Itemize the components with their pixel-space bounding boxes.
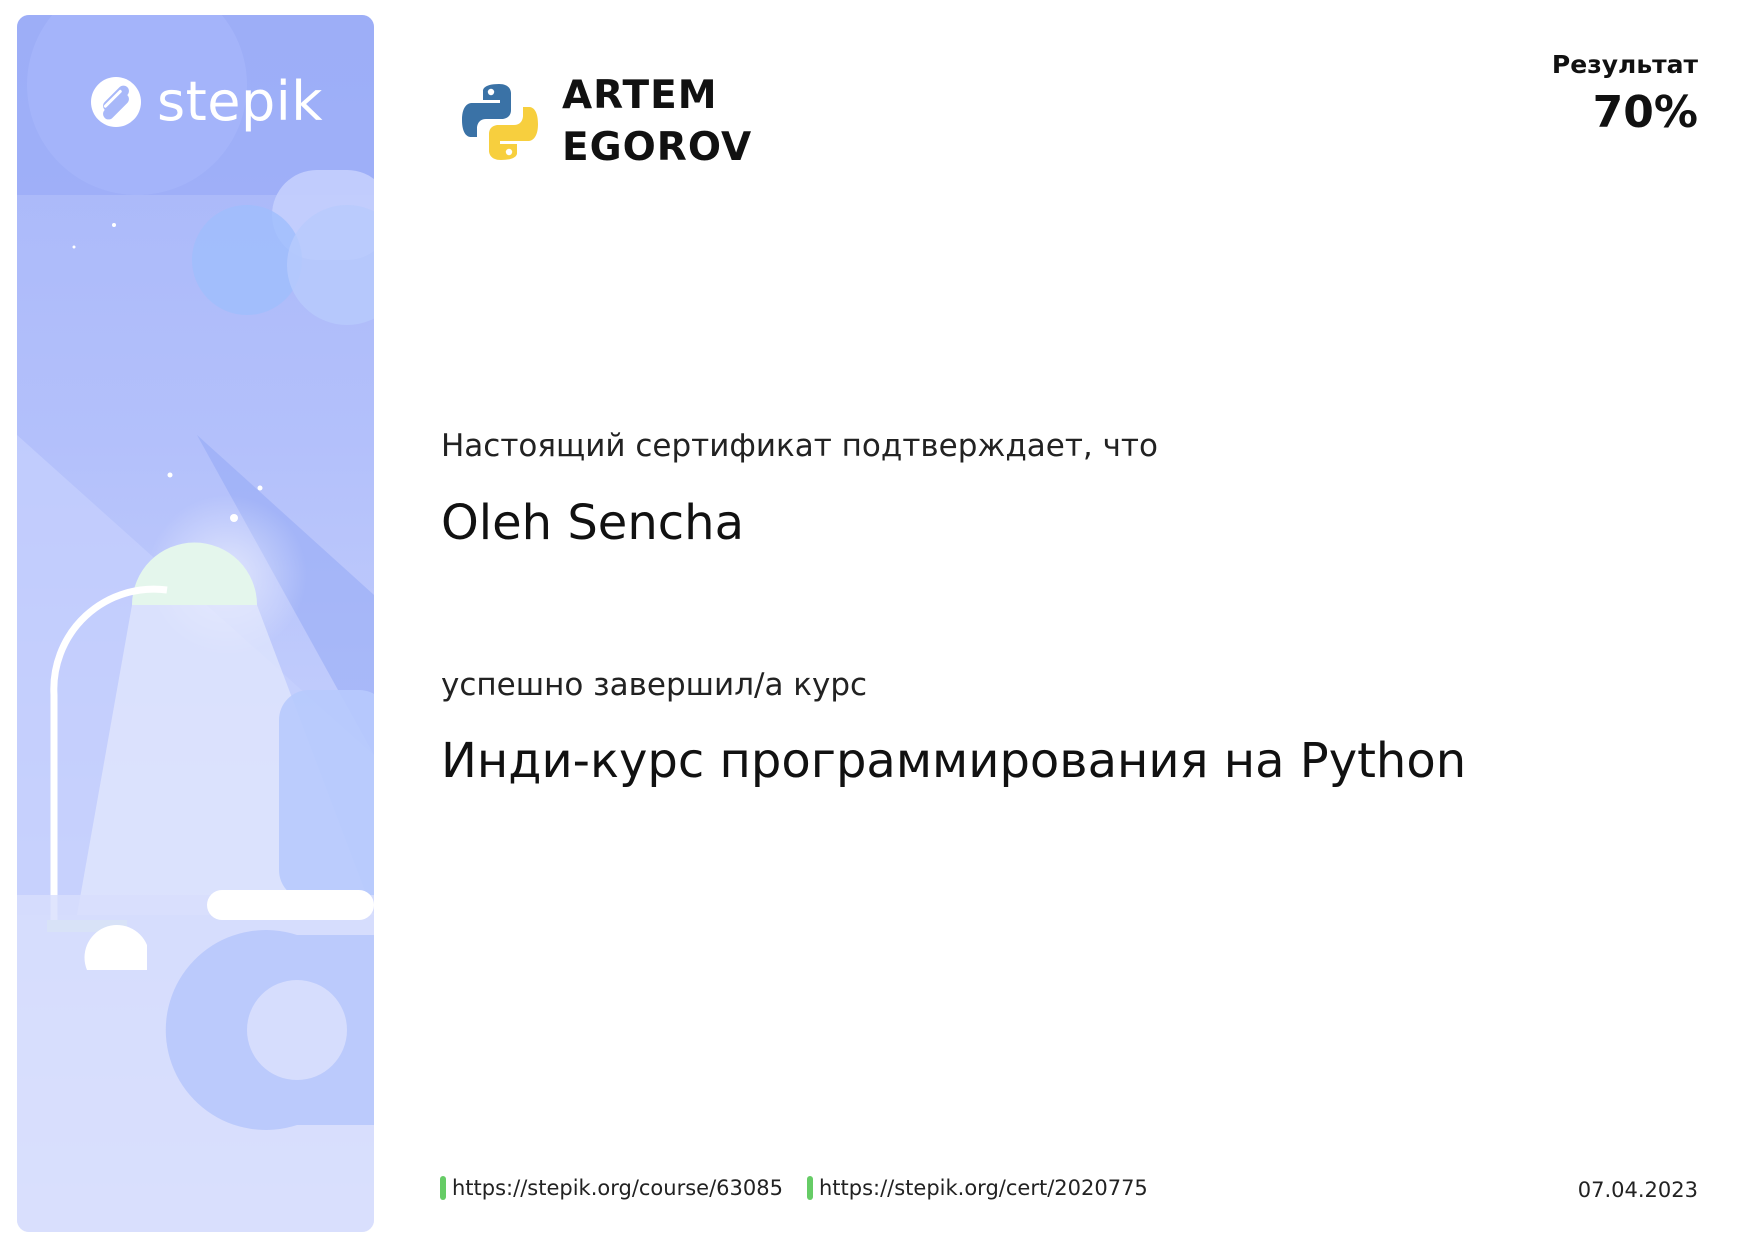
issuer-last-name: EGOROV: [562, 125, 753, 170]
decorative-side-panel: stepik: [17, 15, 374, 1232]
issuer-header: ARTEM EGOROV: [460, 70, 752, 174]
issuer-name: ARTEM EGOROV: [562, 70, 752, 174]
link-marker: [440, 1176, 446, 1200]
course-url[interactable]: https://stepik.org/course/63085: [452, 1176, 783, 1200]
panel-illustration: [17, 15, 374, 1232]
footer-links: https://stepik.org/course/63085 https://…: [440, 1176, 1148, 1200]
cert-link[interactable]: https://stepik.org/cert/2020775: [806, 1176, 1148, 1200]
result-block: Результат 70%: [1552, 50, 1698, 138]
issuer-first-name: ARTEM: [562, 73, 718, 118]
issue-date: 07.04.2023: [1577, 1178, 1698, 1202]
stepik-logo-icon: [91, 76, 141, 127]
stepik-wordmark: stepik: [157, 70, 324, 133]
student-name: Oleh Sencha: [441, 495, 744, 551]
cert-url[interactable]: https://stepik.org/cert/2020775: [819, 1176, 1148, 1200]
course-link[interactable]: https://stepik.org/course/63085: [440, 1176, 783, 1200]
result-label: Результат: [1551, 50, 1698, 79]
certificate-intro: Настоящий сертификат подтверждает, что: [441, 428, 1158, 464]
python-logo-icon: [462, 84, 538, 160]
link-marker: [806, 1176, 813, 1200]
completion-text: успешно завершил/а курс: [441, 667, 868, 703]
stepik-logo: stepik: [89, 70, 323, 133]
course-title: Инди-курс программирования на Python: [441, 733, 1467, 789]
result-value: 70%: [1592, 87, 1698, 138]
